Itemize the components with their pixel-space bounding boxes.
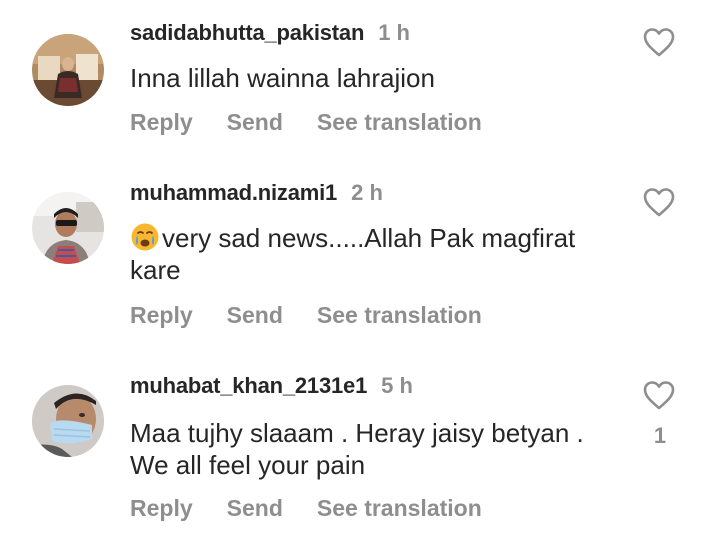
comment-item: muhammad.nizami1 2 h very sad news.....A…: [0, 180, 720, 340]
comment-header: sadidabhutta_pakistan 1 h: [130, 20, 410, 50]
username[interactable]: muhammad.nizami1: [130, 180, 337, 206]
heart-icon[interactable]: [642, 186, 676, 218]
heart-icon[interactable]: [642, 379, 676, 411]
comment-text: Inna lillah wainna lahrajion: [130, 63, 435, 93]
crying-face-icon: [131, 223, 159, 251]
see-translation-button[interactable]: See translation: [317, 302, 482, 329]
avatar-photo: [32, 192, 104, 264]
username[interactable]: sadidabhutta_pakistan: [130, 20, 364, 46]
comment-header: muhammad.nizami1 2 h: [130, 180, 383, 210]
comment-text-content: very sad news.....Allah Pak magfirat kar…: [130, 223, 576, 285]
comment-item: muhabat_khan_2131e1 5 h Maa tujhy slaaam…: [0, 373, 720, 538]
timestamp: 5 h: [381, 373, 413, 398]
avatar[interactable]: [32, 385, 104, 457]
heart-icon[interactable]: [642, 26, 676, 58]
avatar[interactable]: [32, 34, 104, 106]
send-button[interactable]: Send: [227, 495, 283, 522]
like-count: 1: [653, 423, 667, 448]
comment-text: very sad news.....Allah Pak magfirat kar…: [130, 222, 620, 286]
send-button[interactable]: Send: [227, 302, 283, 329]
timestamp: 1 h: [378, 20, 410, 45]
comment-item: sadidabhutta_pakistan 1 h Inna lillah wa…: [0, 20, 720, 170]
comment-actions: Reply Send See translation: [130, 495, 516, 522]
comment-text: Maa tujhy slaaam . Heray jaisy betyan . …: [130, 418, 584, 480]
avatar[interactable]: [32, 192, 104, 264]
send-button[interactable]: Send: [227, 109, 283, 136]
avatar-photo: [32, 385, 104, 457]
see-translation-button[interactable]: See translation: [317, 109, 482, 136]
avatar-photo: [32, 34, 104, 106]
comment-actions: Reply Send See translation: [130, 109, 516, 136]
reply-button[interactable]: Reply: [130, 109, 193, 136]
see-translation-button[interactable]: See translation: [317, 495, 482, 522]
reply-button[interactable]: Reply: [130, 495, 193, 522]
username[interactable]: muhabat_khan_2131e1: [130, 373, 367, 399]
comment-header: muhabat_khan_2131e1 5 h: [130, 373, 413, 403]
timestamp: 2 h: [351, 180, 383, 205]
comment-actions: Reply Send See translation: [130, 302, 516, 329]
reply-button[interactable]: Reply: [130, 302, 193, 329]
